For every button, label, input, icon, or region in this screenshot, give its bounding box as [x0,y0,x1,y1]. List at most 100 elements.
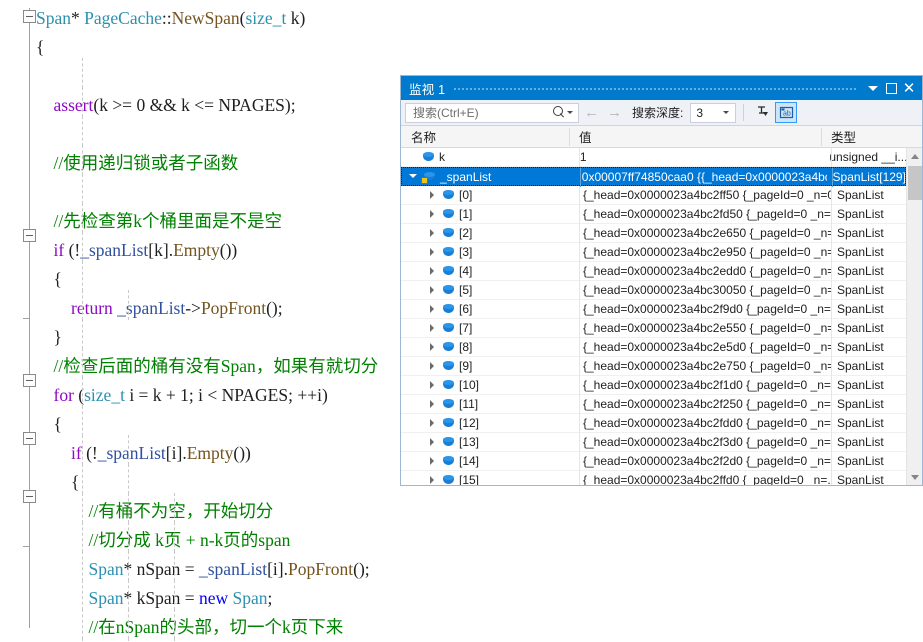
close-icon[interactable]: ✕ [900,77,918,99]
expand-triangle-icon[interactable] [427,456,438,467]
watch-row-name-cell[interactable]: [5] [401,283,579,297]
watch-row-value[interactable]: {_head=0x0000023a4bc2e550 {_pageId=0 _n=… [579,321,831,335]
watch-row[interactable]: [6] {_head=0x0000023a4bc2f9d0 {_pageId=0 … [401,300,906,319]
watch-row[interactable]: [11] {_head=0x0000023a4bc2f250 {_pageId=0… [401,395,906,414]
watch-row-name-cell[interactable]: [11] [401,397,579,411]
expand-triangle-icon[interactable] [427,342,438,353]
watch-row-name-cell[interactable]: [10] [401,378,579,392]
watch-row-name-cell[interactable]: [8] [401,340,579,354]
search-box[interactable] [405,102,579,123]
expand-triangle-icon[interactable] [427,266,438,277]
watch-window[interactable]: 监视 1 ✕ ← → 搜索深度: 3 ab [400,75,923,486]
watch-column-headers[interactable]: 名称 值 类型 [401,126,922,148]
watch-row-value[interactable]: {_head=0x0000023a4bc2ff50 {_pageId=0 _n=… [579,188,831,202]
watch-row-name-cell[interactable]: [12] [401,416,579,430]
watch-row-value[interactable]: {_head=0x0000023a4bc2f250 {_pageId=0 _n=… [579,397,831,411]
fold-collapse-button[interactable] [23,490,36,503]
watch-row-value[interactable]: {_head=0x0000023a4bc2fdd0 {_pageId=0 _n=… [579,416,831,430]
watch-row-value[interactable]: {_head=0x0000023a4bc2edd0 {_pageId=0 _n=… [579,264,831,278]
search-input[interactable] [411,104,553,121]
watch-row-name-cell[interactable]: [2] [401,226,579,240]
watch-row[interactable]: [12] {_head=0x0000023a4bc2fdd0 {_pageId=0… [401,414,906,433]
chevron-down-icon[interactable] [864,77,882,99]
column-header-name[interactable]: 名称 [401,127,569,146]
watch-row-name-cell[interactable]: [1] [401,207,579,221]
watch-row-value[interactable]: {_head=0x0000023a4bc2e750 {_pageId=0 _n=… [579,359,831,373]
watch-row-name-cell[interactable]: [9] [401,359,579,373]
watch-row-name-cell[interactable]: [13] [401,435,579,449]
watch-row-value[interactable]: {_head=0x0000023a4bc2fd50 {_pageId=0 _n=… [579,207,831,221]
fold-collapse-button[interactable] [23,229,36,242]
watch-row-value[interactable]: {_head=0x0000023a4bc30050 {_pageId=0 _n=… [579,283,831,297]
watch-row[interactable]: [9] {_head=0x0000023a4bc2e750 {_pageId=0 … [401,357,906,376]
search-options-chevron-icon[interactable] [567,111,573,114]
search-depth-select[interactable]: 3 [690,102,737,123]
watch-row-value[interactable]: {_head=0x0000023a4bc2ffd0 {_pageId=0 _n=… [579,473,831,485]
watch-row-name-cell[interactable]: k [401,150,576,164]
watch-row[interactable]: [14] {_head=0x0000023a4bc2f2d0 {_pageId=0… [401,452,906,471]
watch-row[interactable]: [0] {_head=0x0000023a4bc2ff50 {_pageId=0 … [401,186,906,205]
watch-row[interactable]: [10] {_head=0x0000023a4bc2f1d0 {_pageId=0… [401,376,906,395]
fold-collapse-button[interactable] [23,374,36,387]
expand-triangle-icon[interactable] [427,361,438,372]
chevron-down-icon[interactable] [723,111,730,114]
watch-row-name-cell[interactable]: [6] [401,302,579,316]
search-prev-button[interactable]: ← [581,104,602,121]
hex-display-icon[interactable]: ab [775,102,798,123]
watch-row[interactable]: [2] {_head=0x0000023a4bc2e650 {_pageId=0 … [401,224,906,243]
watch-row-name-cell[interactable]: [3] [401,245,579,259]
watch-row[interactable]: [3] {_head=0x0000023a4bc2e950 {_pageId=0 … [401,243,906,262]
watch-row-value[interactable]: {_head=0x0000023a4bc2f3d0 {_pageId=0 _n=… [579,435,831,449]
watch-row[interactable]: [5] {_head=0x0000023a4bc30050 {_pageId=0 … [401,281,906,300]
watch-row-name-cell[interactable]: [7] [401,321,579,335]
expand-triangle-icon[interactable] [427,285,438,296]
watch-row-value[interactable]: {_head=0x0000023a4bc2e5d0 {_pageId=0 _n=… [579,340,831,354]
watch-row-value[interactable]: 1 [576,150,823,164]
watch-row-value[interactable]: {_head=0x0000023a4bc2e950 {_pageId=0 _n=… [579,245,831,259]
title-drag-dots[interactable] [453,76,856,100]
watch-row[interactable]: [13] {_head=0x0000023a4bc2f3d0 {_pageId=0… [401,433,906,452]
watch-row-value[interactable]: 0x00007ff74850caa0 {{_head=0x0000023a4bc… [578,170,827,184]
column-header-type[interactable]: 类型 [821,127,922,146]
pin-filter-icon[interactable] [751,102,773,123]
watch-row-name-cell[interactable]: [4] [401,264,579,278]
watch-title-bar[interactable]: 监视 1 ✕ [401,76,922,100]
column-header-value[interactable]: 值 [569,127,821,146]
watch-row-name-cell[interactable]: _spanList [402,170,578,184]
expand-triangle-icon[interactable] [427,247,438,258]
expand-triangle-icon[interactable] [427,399,438,410]
expand-triangle-icon[interactable] [427,228,438,239]
expand-triangle-icon[interactable] [427,190,438,201]
expand-triangle-icon[interactable] [427,418,438,429]
scrollbar-thumb[interactable] [908,166,922,200]
fold-collapse-button[interactable] [23,432,36,445]
watch-row-name-cell[interactable]: [15] [401,473,579,485]
watch-row[interactable]: [4] {_head=0x0000023a4bc2edd0 {_pageId=0 … [401,262,906,281]
expand-triangle-icon[interactable] [427,380,438,391]
maximize-icon[interactable] [882,77,900,99]
search-next-button[interactable]: → [604,104,625,121]
watch-toolbar[interactable]: ← → 搜索深度: 3 ab [401,100,922,126]
watch-row-value[interactable]: {_head=0x0000023a4bc2f2d0 {_pageId=0 _n=… [579,454,831,468]
scroll-up-arrow-icon[interactable] [907,148,922,164]
watch-row[interactable]: [1] {_head=0x0000023a4bc2fd50 {_pageId=0 … [401,205,906,224]
watch-row-value[interactable]: {_head=0x0000023a4bc2f1d0 {_pageId=0 _n=… [579,378,831,392]
watch-row-value[interactable]: {_head=0x0000023a4bc2f9d0 {_pageId=0 _n=… [579,302,831,316]
watch-row[interactable]: [8] {_head=0x0000023a4bc2e5d0 {_pageId=0 … [401,338,906,357]
scroll-down-arrow-icon[interactable] [907,469,922,485]
watch-row-name-cell[interactable]: [0] [401,188,579,202]
watch-row-list[interactable]: k 1 unsigned __i... _spanList 0x00007ff74850… [401,148,906,485]
watch-row[interactable]: _spanList 0x00007ff74850caa0 {{_head=0x00… [401,167,906,187]
watch-row-name-cell[interactable]: [14] [401,454,579,468]
watch-grid[interactable]: k 1 unsigned __i... _spanList 0x00007ff74850… [401,148,922,485]
watch-row[interactable]: [7] {_head=0x0000023a4bc2e550 {_pageId=0 … [401,319,906,338]
editor-fold-margin[interactable] [0,0,36,642]
watch-row[interactable]: [15] {_head=0x0000023a4bc2ffd0 {_pageId=0… [401,471,906,485]
expand-triangle-icon[interactable] [427,209,438,220]
fold-collapse-button[interactable] [23,10,36,23]
watch-row-value[interactable]: {_head=0x0000023a4bc2e650 {_pageId=0 _n=… [579,226,831,240]
watch-vertical-scrollbar[interactable] [906,148,922,485]
expand-triangle-icon[interactable] [427,304,438,315]
expand-triangle-icon[interactable] [427,323,438,334]
expand-triangle-icon[interactable] [427,475,438,486]
